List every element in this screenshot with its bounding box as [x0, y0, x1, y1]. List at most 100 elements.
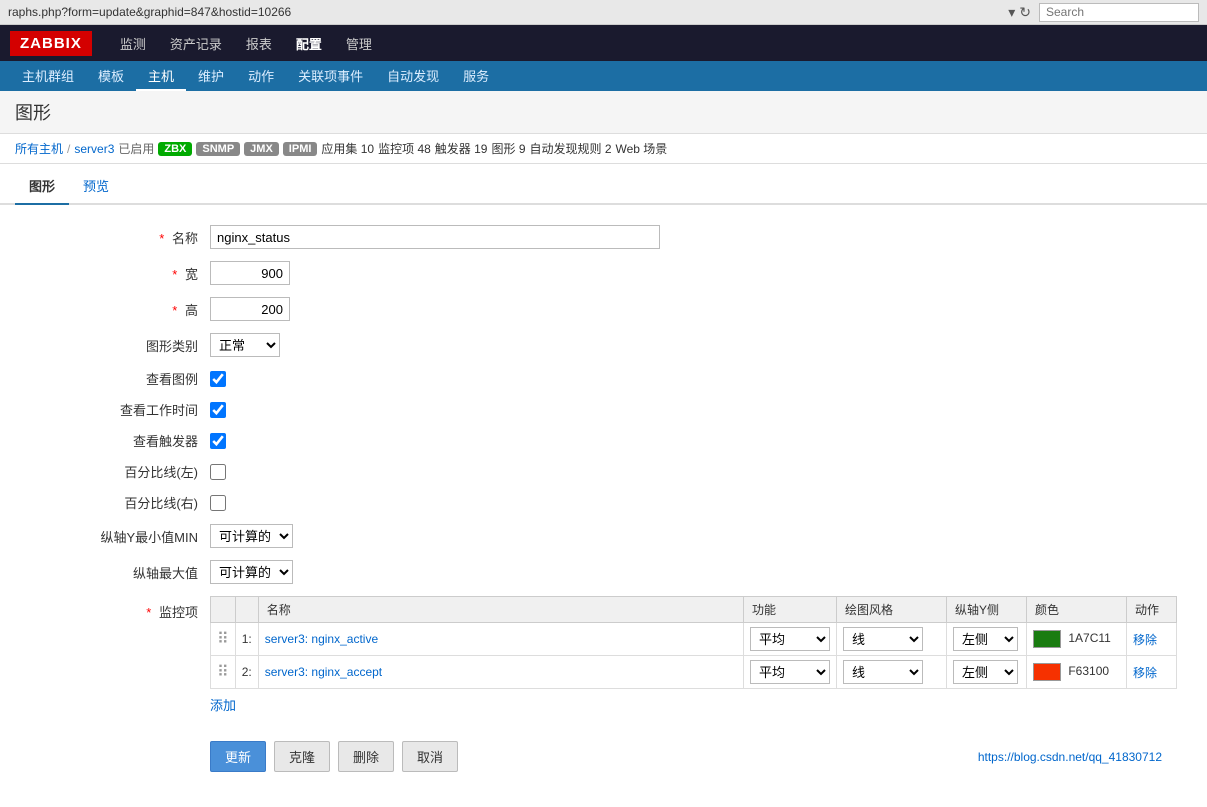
remove-btn-2[interactable]: 移除 [1133, 666, 1157, 680]
page-content: 图形 所有主机 / server3 已启用 ZBX SNMP JMX IPMI … [0, 91, 1207, 807]
form-row-type: 图形类别 正常 堆积 饼图 分解图 [30, 333, 1177, 357]
form-row-ymin: 纵轴Y最小值MIN 可计算的 固定 条目 [30, 524, 1177, 548]
form-row-worktime: 查看工作时间 [30, 400, 1177, 419]
label-width: * 宽 [30, 264, 210, 283]
items-table: 名称 功能 绘图风格 纵轴Y侧 颜色 动作 ⠿ 1: [210, 596, 1177, 689]
drag-handle[interactable]: ⠿ [211, 656, 236, 689]
form-row-height: * 高 [30, 297, 1177, 321]
badge-ipmi: IPMI [283, 142, 318, 156]
input-height[interactable] [210, 297, 290, 321]
item-action-1: 移除 [1127, 623, 1177, 656]
subnav-hosts[interactable]: 主机 [136, 61, 186, 91]
breadcrumb-all-hosts[interactable]: 所有主机 [15, 140, 63, 157]
tabs-bar: 图形 预览 [0, 168, 1207, 205]
form-row-triggers: 查看触发器 [30, 431, 1177, 450]
required-star-height: * [172, 303, 177, 318]
search-input[interactable] [1039, 3, 1199, 22]
checkbox-percent-right[interactable] [210, 495, 226, 511]
select-function-1[interactable]: 平均 最小 最大 全部 [750, 627, 830, 651]
form-row-legend: 查看图例 [30, 369, 1177, 388]
label-triggers: 查看触发器 [30, 431, 210, 450]
checkbox-worktime[interactable] [210, 402, 226, 418]
breadcrumb-autodiscover[interactable]: 自动发现规则 2 [530, 140, 612, 157]
breadcrumb-graphs[interactable]: 图形 9 [491, 140, 525, 157]
item-function-2: 平均 最小 最大 全部 [744, 656, 837, 689]
form-row-name: * 名称 [30, 225, 1177, 249]
required-star-width: * [172, 267, 177, 282]
update-button[interactable]: 更新 [210, 741, 266, 772]
sub-navigation: 主机群组 模板 主机 维护 动作 关联项事件 自动发现 服务 [0, 61, 1207, 91]
browser-controls: ▾ ↻ [1008, 4, 1031, 21]
badge-snmp: SNMP [196, 142, 240, 156]
label-type: 图形类别 [30, 336, 210, 355]
tab-preview[interactable]: 预览 [69, 168, 123, 205]
breadcrumb-status: 已启用 [118, 140, 154, 157]
cancel-button[interactable]: 取消 [402, 741, 458, 772]
label-height: * 高 [30, 300, 210, 319]
input-name[interactable] [210, 225, 660, 249]
label-monitor-items: * 监控项 [30, 596, 210, 621]
clone-button[interactable]: 克隆 [274, 741, 330, 772]
subnav-actions[interactable]: 动作 [236, 61, 286, 91]
form-row-percent-right: 百分比线(右) [30, 493, 1177, 512]
subnav-services[interactable]: 服务 [451, 61, 501, 91]
select-draw-2[interactable]: 线 已填充区域 粗线 点 虚线 渐变线 [843, 660, 923, 684]
select-graph-type[interactable]: 正常 堆积 饼图 分解图 [210, 333, 280, 357]
item-action-2: 移除 [1127, 656, 1177, 689]
delete-button[interactable]: 删除 [338, 741, 394, 772]
select-yaxis-2[interactable]: 左侧 右侧 [953, 660, 1018, 684]
select-yaxis-1[interactable]: 左侧 右侧 [953, 627, 1018, 651]
select-draw-1[interactable]: 线 已填充区域 粗线 点 虚线 渐变线 [843, 627, 923, 651]
item-link-1[interactable]: server3: nginx_active [265, 632, 378, 646]
input-width[interactable] [210, 261, 290, 285]
form-row-ymax: 纵轴最大值 可计算的 固定 条目 [30, 560, 1177, 584]
color-swatch-2[interactable] [1033, 663, 1061, 681]
action-buttons: 更新 克隆 删除 取消 https://blog.csdn.net/qq_418… [30, 726, 1177, 787]
label-worktime: 查看工作时间 [30, 400, 210, 419]
nav-item-reports[interactable]: 报表 [234, 25, 284, 61]
breadcrumb-triggers[interactable]: 触发器 19 [435, 140, 488, 157]
item-yaxis-2: 左侧 右侧 [947, 656, 1027, 689]
top-navigation: ZABBIX 监测 资产记录 报表 配置 管理 [0, 25, 1207, 61]
page-title-bar: 图形 [0, 91, 1207, 134]
add-item-link[interactable]: 添加 [210, 695, 236, 714]
subnav-templates[interactable]: 模板 [86, 61, 136, 91]
footer-link[interactable]: https://blog.csdn.net/qq_41830712 [978, 750, 1162, 764]
breadcrumb: 所有主机 / server3 已启用 ZBX SNMP JMX IPMI 应用集… [0, 134, 1207, 164]
checkbox-legend[interactable] [210, 371, 226, 387]
select-ymax[interactable]: 可计算的 固定 条目 [210, 560, 293, 584]
th-drag [211, 597, 236, 623]
nav-item-admin[interactable]: 管理 [334, 25, 384, 61]
dropdown-icon[interactable]: ▾ [1008, 4, 1015, 21]
tab-graph[interactable]: 图形 [15, 168, 69, 205]
breadcrumb-server[interactable]: server3 [74, 142, 114, 156]
th-color: 颜色 [1027, 597, 1127, 623]
form-row-width: * 宽 [30, 261, 1177, 285]
color-swatch-1[interactable] [1033, 630, 1061, 648]
item-name-1: server3: nginx_active [258, 623, 743, 656]
nav-item-assets[interactable]: 资产记录 [158, 25, 234, 61]
item-link-2[interactable]: server3: nginx_accept [265, 665, 382, 679]
refresh-icon[interactable]: ↻ [1019, 4, 1031, 21]
subnav-hostgroups[interactable]: 主机群组 [10, 61, 86, 91]
item-color-2: F63100 [1027, 656, 1127, 689]
select-ymin[interactable]: 可计算的 固定 条目 [210, 524, 293, 548]
subnav-correlation[interactable]: 关联项事件 [286, 61, 375, 91]
drag-handle[interactable]: ⠿ [211, 623, 236, 656]
nav-item-monitor[interactable]: 监测 [108, 25, 158, 61]
breadcrumb-apps[interactable]: 应用集 10 [321, 140, 374, 157]
nav-item-config[interactable]: 配置 [284, 25, 334, 61]
subnav-maintenance[interactable]: 维护 [186, 61, 236, 91]
checkbox-triggers[interactable] [210, 433, 226, 449]
row-num: 1: [235, 623, 258, 656]
select-function-2[interactable]: 平均 最小 最大 全部 [750, 660, 830, 684]
subnav-discovery[interactable]: 自动发现 [375, 61, 451, 91]
breadcrumb-monitors[interactable]: 监控项 48 [378, 140, 431, 157]
checkbox-percent-left[interactable] [210, 464, 226, 480]
form-row-items: * 监控项 名称 功能 绘图风格 纵轴Y侧 颜色 动作 [30, 596, 1177, 714]
form-area: * 名称 * 宽 * 高 图形类别 正常 堆积 [0, 205, 1207, 807]
breadcrumb-web[interactable]: Web 场景 [616, 140, 668, 157]
remove-btn-1[interactable]: 移除 [1133, 633, 1157, 647]
row-num: 2: [235, 656, 258, 689]
th-action: 动作 [1127, 597, 1177, 623]
